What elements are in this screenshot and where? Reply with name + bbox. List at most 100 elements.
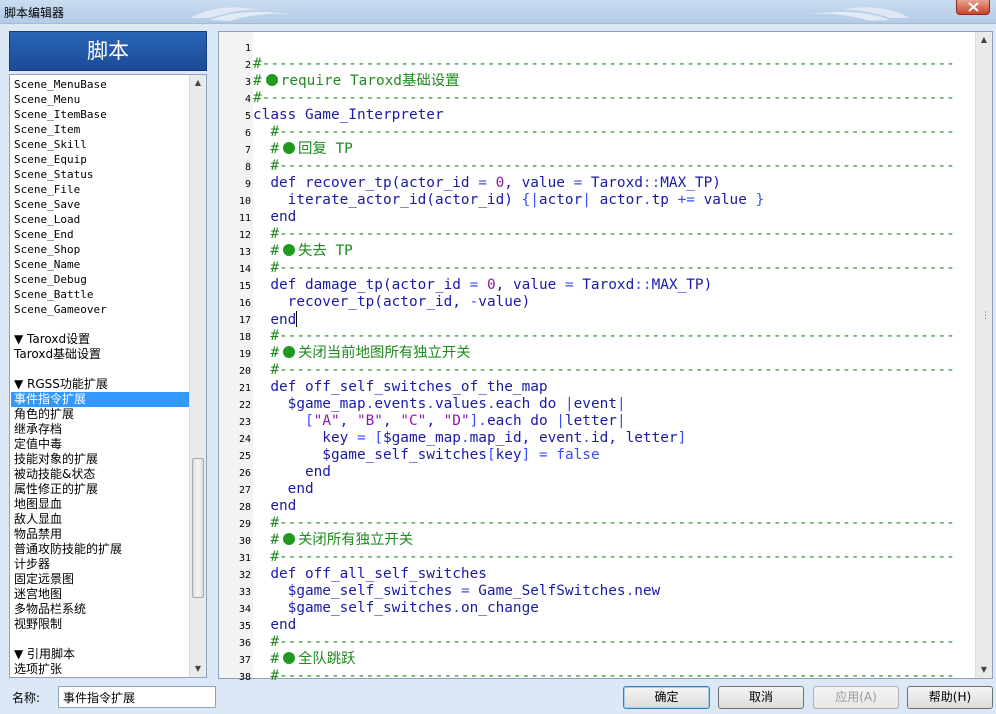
scroll-grip-icon[interactable]: ⋮ — [981, 311, 990, 321]
script-list-item[interactable]: ▼ 引用脚本 — [11, 647, 189, 662]
script-list-item[interactable]: 物品禁用 — [11, 527, 189, 542]
script-list-item[interactable]: Scene_Battle — [11, 287, 189, 302]
code-line[interactable]: 32 def off_all_self_switches — [219, 566, 975, 583]
script-list-item[interactable]: Scene_File — [11, 182, 189, 197]
script-list-item[interactable]: 迷宫地图 — [11, 587, 189, 602]
script-list-item[interactable]: Scene_Item — [11, 122, 189, 137]
name-input[interactable] — [58, 686, 216, 708]
script-list-item[interactable]: 固定远景图 — [11, 572, 189, 587]
code-line[interactable]: 3 # require Taroxd基础设置 — [219, 73, 975, 90]
code-line[interactable]: 4 #--------------------------------------… — [219, 90, 975, 107]
code-line[interactable]: 35 end — [219, 617, 975, 634]
cancel-button[interactable]: 取消 — [718, 686, 804, 709]
code-token: "B" — [356, 413, 383, 429]
code-token: = — [478, 175, 487, 191]
scroll-up-arrow-icon[interactable]: ▲ — [976, 32, 992, 48]
code-line[interactable]: 6 #-------------------------------------… — [219, 124, 975, 141]
code-line[interactable]: 2 #--------------------------------------… — [219, 56, 975, 73]
ok-button[interactable]: 确定 — [623, 686, 710, 709]
code-line[interactable]: 19 # 关闭当前地图所有独立开关 — [219, 345, 975, 362]
code-line[interactable]: 20 #------------------------------------… — [219, 362, 975, 379]
script-list-item[interactable]: Scene_MenuBase — [11, 77, 189, 92]
code-line[interactable]: 18 #------------------------------------… — [219, 328, 975, 345]
script-list-item[interactable]: 角色的扩展 — [11, 407, 189, 422]
code-line[interactable]: 37 # 全队跳跃 — [219, 651, 975, 668]
script-list-item[interactable]: Scene_Save — [11, 197, 189, 212]
script-list-item[interactable]: 定值中毒 — [11, 437, 189, 452]
script-list-item[interactable]: 被动技能&状态 — [11, 467, 189, 482]
script-list-item[interactable]: 视野限制 — [11, 617, 189, 632]
apply-button[interactable]: 应用(A) — [813, 686, 899, 709]
script-list-item[interactable]: 选项扩张 — [11, 662, 189, 677]
script-list-item[interactable]: 继承存档 — [11, 422, 189, 437]
script-list-item[interactable]: Scene_Gameover — [11, 302, 189, 317]
script-list-spacer[interactable] — [11, 632, 189, 647]
help-button[interactable]: 帮助(H) — [907, 686, 993, 709]
script-list-item[interactable]: Taroxd基础设置 — [11, 347, 189, 362]
code-line[interactable]: 23 ["A", "B", "C", "D"].each do |letter| — [219, 413, 975, 430]
code-line[interactable]: 5 class Game_Interpreter — [219, 107, 975, 124]
script-list-item[interactable]: 属性修正的扩展 — [11, 482, 189, 497]
code-line[interactable]: 14 #------------------------------------… — [219, 260, 975, 277]
code-line[interactable]: 36 #------------------------------------… — [219, 634, 975, 651]
scroll-down-arrow-icon[interactable]: ▼ — [190, 661, 206, 677]
code-line[interactable]: 11 end — [219, 209, 975, 226]
script-list[interactable]: Scene_MenuBase Scene_Menu Scene_ItemBase Sc… — [9, 74, 207, 678]
code-line[interactable]: 17 end — [219, 311, 975, 328]
scroll-thumb[interactable] — [192, 458, 204, 598]
code-line[interactable]: 29 #------------------------------------… — [219, 515, 975, 532]
code-line[interactable]: 30 # 关闭所有独立开关 — [219, 532, 975, 549]
script-list-item[interactable]: 技能对象的扩展 — [11, 452, 189, 467]
script-list-item[interactable]: Scene_Load — [11, 212, 189, 227]
code-line[interactable]: 15 def damage_tp(actor_id = 0, value = T… — [219, 277, 975, 294]
script-list-scrollbar[interactable]: ▲ ▼ — [189, 75, 206, 677]
editor-scrollbar[interactable]: ▲ ⋮ ▼ — [975, 32, 992, 678]
code-token: 关闭所有独立开关 — [298, 532, 414, 548]
code-line[interactable]: 16 recover_tp(actor_id, -value) — [219, 294, 975, 311]
script-list-item[interactable]: Scene_Debug — [11, 272, 189, 287]
script-list-item[interactable]: 敌人显血 — [11, 512, 189, 527]
code-line[interactable]: 12 #------------------------------------… — [219, 226, 975, 243]
code-line[interactable]: 13 # 失去 TP — [219, 243, 975, 260]
code-line[interactable]: 24 key = [$game_map.map_id, event.id, le… — [219, 430, 975, 447]
code-line[interactable]: 27 end — [219, 481, 975, 498]
code-line[interactable]: 26 end — [219, 464, 975, 481]
code-line[interactable]: 1 — [219, 39, 975, 56]
script-list-item[interactable]: Scene_Skill — [11, 137, 189, 152]
code-line[interactable]: 34 $game_self_switches.on_change — [219, 600, 975, 617]
script-list-item[interactable]: 普通攻防技能的扩展 — [11, 542, 189, 557]
code-line[interactable]: 8 #-------------------------------------… — [219, 158, 975, 175]
script-list-item[interactable]: Scene_Name — [11, 257, 189, 272]
code-line[interactable]: 25 $game_self_switches[key] = false — [219, 447, 975, 464]
script-list-item[interactable]: 地图显血 — [11, 497, 189, 512]
script-list-item[interactable]: Scene_Status — [11, 167, 189, 182]
script-list-item[interactable]: 计步器 — [11, 557, 189, 572]
code-line[interactable]: 21 def off_self_switches_of_the_map — [219, 379, 975, 396]
script-list-item[interactable]: ▼ Taroxd设置 — [11, 332, 189, 347]
code-line[interactable]: 22 $game_map.events.values.each do |even… — [219, 396, 975, 413]
script-list-item[interactable]: Scene_ItemBase — [11, 107, 189, 122]
code-line[interactable]: 7 # 回复 TP — [219, 141, 975, 158]
close-button[interactable] — [956, 0, 990, 15]
script-list-item[interactable]: Scene_End — [11, 227, 189, 242]
script-list-item[interactable]: Scene_Equip — [11, 152, 189, 167]
line-number: 2 — [244, 60, 251, 71]
script-list-item[interactable]: Scene_Shop — [11, 242, 189, 257]
name-label: 名称: — [12, 691, 41, 705]
script-list-item[interactable]: Scene_Menu — [11, 92, 189, 107]
code-line[interactable]: 10 iterate_actor_id(actor_id) {|actor| a… — [219, 192, 975, 209]
script-list-item[interactable]: 事件指令扩展 — [11, 392, 189, 407]
script-list-item[interactable]: 多物品栏系统 — [11, 602, 189, 617]
code-line[interactable]: 31 #------------------------------------… — [219, 549, 975, 566]
script-list-spacer[interactable] — [11, 362, 189, 377]
code-token: - — [469, 294, 479, 310]
scroll-down-arrow-icon[interactable]: ▼ — [976, 662, 992, 678]
code-line[interactable]: 28 end — [219, 498, 975, 515]
scroll-up-arrow-icon[interactable]: ▲ — [190, 75, 206, 91]
code-line[interactable]: 33 $game_self_switches = Game_SelfSwitch… — [219, 583, 975, 600]
code-line[interactable]: 9 def recover_tp(actor_id = 0, value = T… — [219, 175, 975, 192]
line-number: 16 — [238, 298, 251, 309]
script-list-spacer[interactable] — [11, 317, 189, 332]
code-editor[interactable]: 1 2 #-------------------------------------… — [218, 31, 993, 684]
script-list-item[interactable]: ▼ RGSS功能扩展 — [11, 377, 189, 392]
